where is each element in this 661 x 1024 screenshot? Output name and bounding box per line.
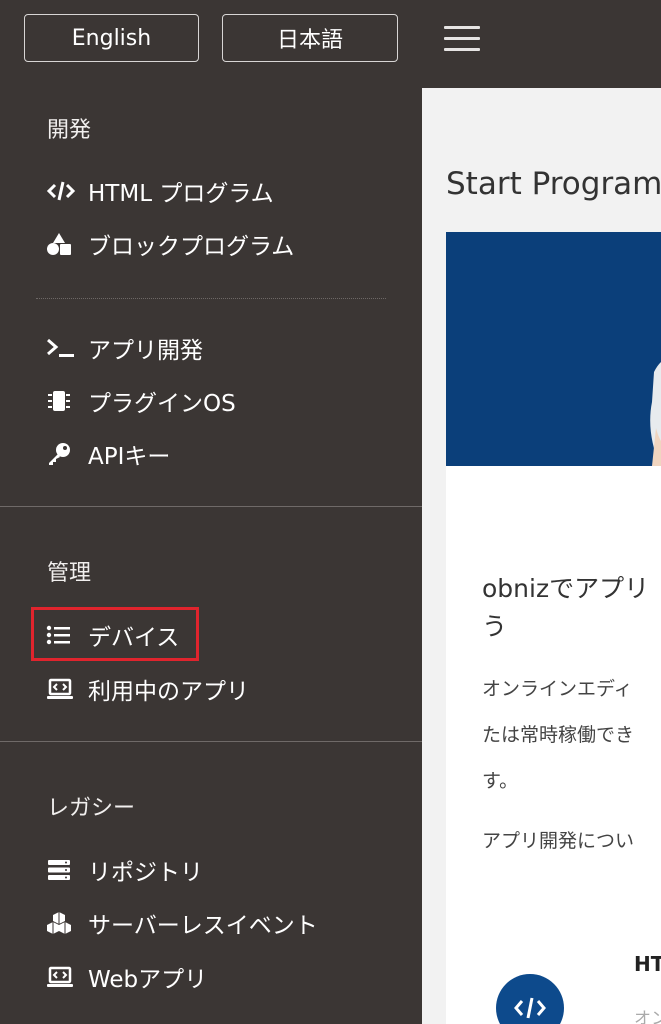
sidebar-item-label: ブロックプログラム xyxy=(88,234,295,260)
sidebar-item-label: プラグインOS xyxy=(88,391,236,417)
sidebar: 開発 HTML プログラム ブロックプログラム アプリ開発 プラグインOS AP… xyxy=(0,88,422,1024)
sidebar-item-html-program[interactable]: HTML プログラム xyxy=(46,174,274,208)
server-icon xyxy=(46,858,76,882)
english-button[interactable]: English xyxy=(24,14,199,62)
page-title: Start Program xyxy=(446,166,661,202)
key-icon xyxy=(46,442,76,466)
sidebar-item-devices[interactable]: デバイス xyxy=(46,618,179,652)
sidebar-item-label: APIキー xyxy=(88,444,171,470)
sidebar-item-block-program[interactable]: ブロックプログラム xyxy=(46,227,294,261)
card-heading: obnizでアプリ う xyxy=(482,570,661,646)
code-icon xyxy=(46,179,76,203)
card-text: す。 xyxy=(482,770,519,792)
card-text: たは常時稼働でき xyxy=(482,724,635,746)
divider xyxy=(0,741,422,742)
sidebar-item-label: Webアプリ xyxy=(88,967,208,993)
html-code-icon xyxy=(496,974,564,1024)
html-option-sub: オン xyxy=(634,1009,661,1024)
card-text: アプリ開発につい xyxy=(482,830,635,852)
sidebar-item-label: デバイス xyxy=(88,625,180,651)
laptop-code-icon xyxy=(46,965,76,989)
main-content: Start Program obnizでアプリ う オンラインエディ たは常時稼… xyxy=(422,88,661,1024)
sidebar-item-serverless-event[interactable]: サーバーレスイベント xyxy=(46,906,318,940)
card-text: オンラインエディ xyxy=(482,678,633,700)
list-icon xyxy=(46,623,76,647)
section-title-manage: 管理 xyxy=(47,561,92,586)
card-heading-line: obnizでアプリ xyxy=(482,574,650,603)
section-title-dev: 開発 xyxy=(47,118,92,143)
banner-image xyxy=(446,232,661,466)
shapes-icon xyxy=(46,232,76,256)
laptop-code-icon xyxy=(46,677,76,701)
sidebar-item-label: HTML プログラム xyxy=(88,181,274,207)
sidebar-item-api-key[interactable]: APIキー xyxy=(46,437,170,471)
sidebar-item-label: リポジトリ xyxy=(88,860,203,886)
section-title-legacy: レガシー xyxy=(47,796,136,821)
chip-icon xyxy=(46,389,76,413)
cubes-icon xyxy=(46,911,76,935)
terminal-icon xyxy=(46,336,76,360)
sidebar-item-label: サーバーレスイベント xyxy=(88,913,318,939)
sidebar-item-label: アプリ開発 xyxy=(88,338,203,364)
html-option-label[interactable]: HT xyxy=(634,952,661,976)
start-program-card[interactable]: obnizでアプリ う オンラインエディ たは常時稼働でき す。 アプリ開発につ… xyxy=(446,232,661,1024)
sidebar-item-plugin-os[interactable]: プラグインOS xyxy=(46,384,236,418)
card-heading-line: う xyxy=(482,612,508,641)
hamburger-menu-icon[interactable] xyxy=(444,26,480,52)
top-bar: English 日本語 xyxy=(0,0,661,88)
divider xyxy=(0,506,422,507)
sidebar-item-app-dev[interactable]: アプリ開発 xyxy=(46,331,203,365)
japanese-button[interactable]: 日本語 xyxy=(222,14,398,62)
sidebar-item-label: 利用中のアプリ xyxy=(88,679,249,705)
sidebar-item-web-app[interactable]: Webアプリ xyxy=(46,960,207,994)
sidebar-item-apps-in-use[interactable]: 利用中のアプリ xyxy=(46,672,249,706)
sidebar-item-repository[interactable]: リポジトリ xyxy=(46,853,203,887)
divider xyxy=(36,298,386,299)
